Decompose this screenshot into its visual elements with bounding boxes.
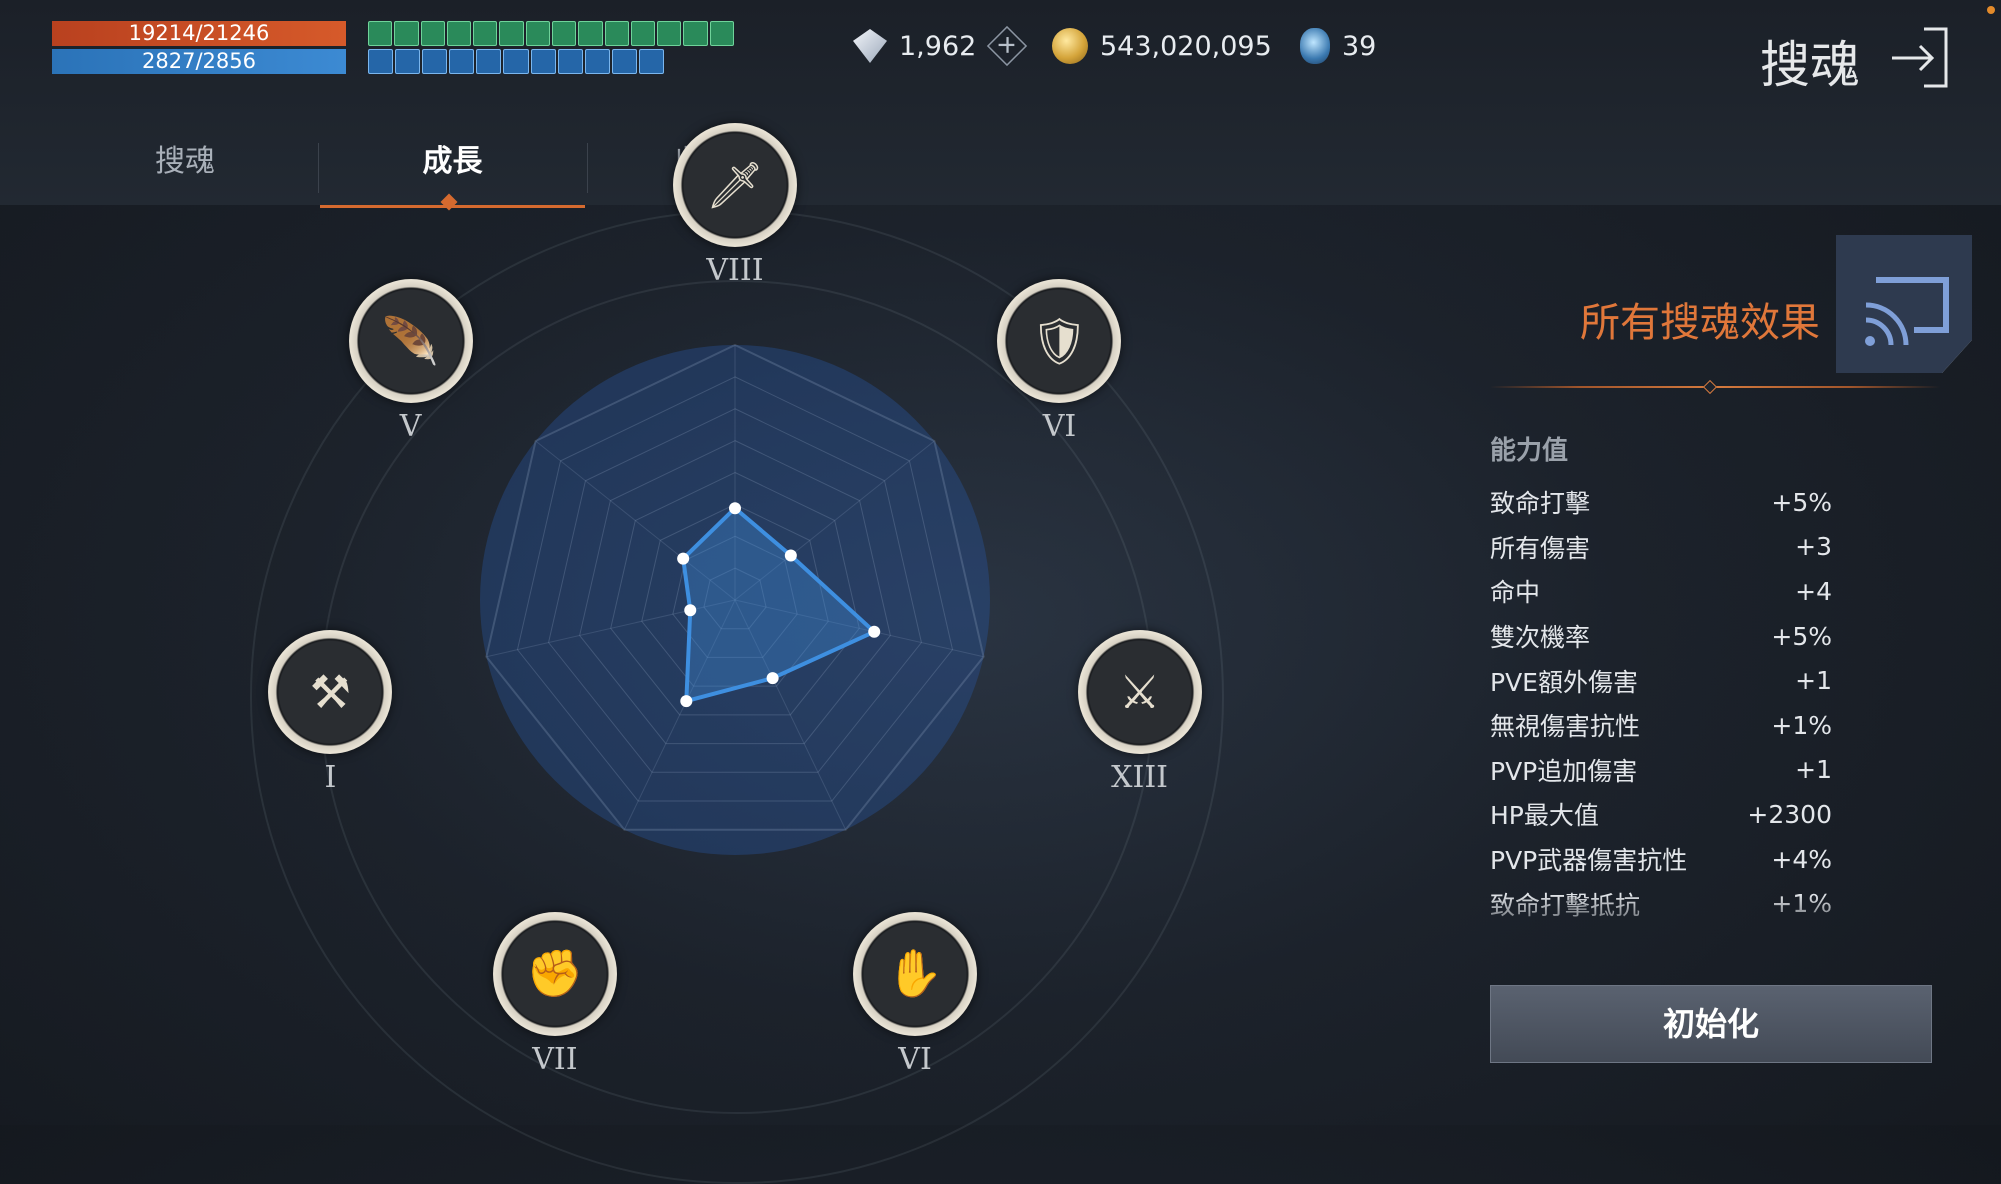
fist-icon: ✊ xyxy=(526,946,584,1001)
stat-row: 命中 +4 xyxy=(1490,569,1832,614)
stat-value: +3 xyxy=(1795,532,1832,562)
radar-point xyxy=(868,625,881,638)
stat-value: +2300 xyxy=(1747,799,1832,829)
stat-row: 致命打擊抵抗 +1% xyxy=(1490,881,1832,926)
radar-point xyxy=(680,695,693,708)
axes-icon: ⚒ xyxy=(309,665,352,720)
hands-icon: ✋ xyxy=(886,946,944,1001)
stat-name: HP最大值 xyxy=(1490,801,1599,831)
stat-value: +1 xyxy=(1795,755,1832,785)
stat-name: 致命打擊抵抗 xyxy=(1490,890,1641,920)
stat-value: +5% xyxy=(1771,621,1832,651)
node-numeral: VI xyxy=(1042,409,1077,445)
stat-name: 命中 xyxy=(1490,578,1541,608)
radar-point xyxy=(677,552,690,565)
node-numeral: VII xyxy=(532,1041,578,1077)
reset-button[interactable]: 初始化 xyxy=(1490,985,1932,1063)
stat-name: 無視傷害抗性 xyxy=(1490,712,1641,742)
stat-value: +1% xyxy=(1771,710,1832,740)
radar-point xyxy=(729,502,741,515)
stat-row: PVE額外傷害 +1 xyxy=(1490,658,1832,703)
node-numeral: V xyxy=(399,409,422,445)
feather-icon: 🪶 xyxy=(381,313,440,368)
shield-crest-icon: 🛡 xyxy=(1030,313,1089,368)
stat-row: 所有傷害 +3 xyxy=(1490,525,1832,570)
stat-name: PVE額外傷害 xyxy=(1490,667,1638,697)
soul-node[interactable]: ⚔ xyxy=(1077,630,1202,755)
sword-icon: 🗡 xyxy=(705,157,765,212)
stat-name: 所有傷害 xyxy=(1490,533,1591,563)
stat-row: 雙次機率 +5% xyxy=(1490,614,1832,659)
radar-point xyxy=(684,604,697,617)
soul-node[interactable]: 🗡 xyxy=(673,123,797,247)
stat-row: 致命打擊 +5% xyxy=(1490,480,1832,525)
stat-row: PVP武器傷害抗性 +4% xyxy=(1490,837,1832,882)
book-swords-icon: ⚔ xyxy=(1118,665,1161,720)
stat-value: +1 xyxy=(1795,666,1832,696)
node-numeral: XIII xyxy=(1111,760,1169,796)
soul-node[interactable]: 🛡 xyxy=(997,279,1122,404)
stat-name: PVP武器傷害抗性 xyxy=(1490,846,1688,876)
stat-row: HP最大值 +2300 xyxy=(1490,792,1832,837)
soul-node[interactable]: ⚒ xyxy=(268,630,393,755)
stat-value: +1% xyxy=(1771,889,1832,919)
radar-point xyxy=(784,549,797,562)
stat-value: +4% xyxy=(1771,844,1832,874)
stat-value: +4 xyxy=(1795,576,1832,606)
soul-node[interactable]: ✊ xyxy=(492,911,617,1036)
cast-icon xyxy=(1836,235,1972,373)
radar-point xyxy=(766,672,779,685)
stat-row: 無視傷害抗性 +1% xyxy=(1490,703,1832,748)
section-label: 能力值 xyxy=(1490,436,1569,466)
soul-node[interactable]: 🪶 xyxy=(348,279,473,404)
stat-name: PVP追加傷害 xyxy=(1490,756,1638,786)
node-numeral: I xyxy=(324,760,337,796)
cast-overlay[interactable] xyxy=(1836,235,1972,373)
node-numeral: VI xyxy=(898,1041,932,1077)
stat-name: 致命打擊 xyxy=(1490,489,1591,519)
node-numeral: VIII xyxy=(706,253,764,288)
panel-title: 所有搜魂效果 xyxy=(1580,300,1820,346)
soul-node[interactable]: ✋ xyxy=(853,911,978,1036)
stat-value: +5% xyxy=(1771,487,1832,517)
stats-list[interactable]: 致命打擊 +5% 所有傷害 +3 命中 +4 雙次機率 +5% PVE額外傷害 +1 無視… xyxy=(1490,480,1832,940)
stat-name: 雙次機率 xyxy=(1490,623,1591,653)
stat-row: PVP追加傷害 +1 xyxy=(1490,748,1832,793)
